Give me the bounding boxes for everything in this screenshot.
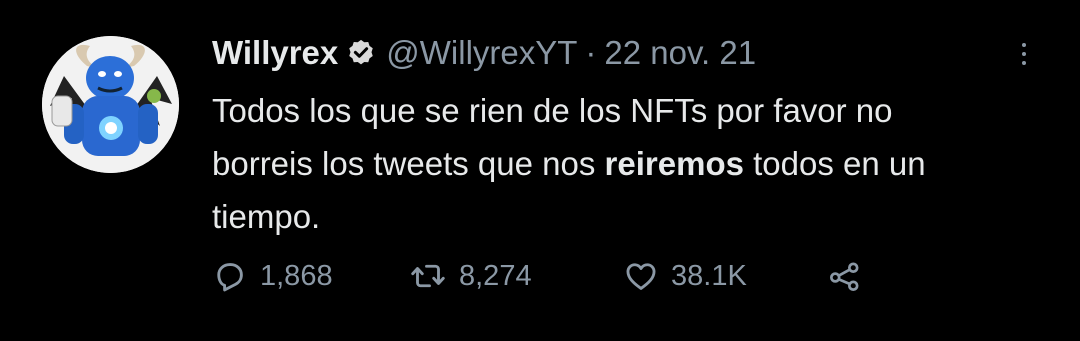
separator-dot: · — [585, 34, 597, 71]
avatar[interactable] — [42, 36, 179, 173]
retweet-button[interactable]: 8,274 — [409, 258, 623, 294]
author-name[interactable]: Willyrex — [212, 34, 338, 72]
retweet-count: 8,274 — [459, 259, 532, 292]
reply-icon — [212, 258, 248, 294]
avatar-image — [42, 36, 179, 173]
heart-icon — [623, 258, 659, 294]
author-handle[interactable]: @WillyrexYT — [386, 34, 577, 72]
more-options-icon[interactable] — [1010, 34, 1038, 74]
share-icon — [826, 258, 864, 294]
share-button[interactable] — [826, 258, 864, 294]
tweet-date[interactable]: 22 nov. 21 — [604, 34, 756, 72]
retweet-icon — [409, 258, 447, 294]
like-count: 38.1K — [671, 259, 747, 292]
reply-button[interactable]: 1,868 — [212, 258, 409, 294]
like-button[interactable]: 38.1K — [623, 258, 826, 294]
tweet-header: Willyrex @WillyrexYT · 22 nov. 21 — [212, 30, 756, 76]
reply-count: 1,868 — [260, 259, 333, 292]
tweet-text: Todos los que se rien de los NFTs por fa… — [212, 84, 1002, 243]
verified-badge-icon — [346, 38, 376, 68]
tweet-text-bold: reiremos — [604, 145, 744, 182]
tweet-actions: 1,868 8,274 38.1K — [212, 254, 864, 298]
